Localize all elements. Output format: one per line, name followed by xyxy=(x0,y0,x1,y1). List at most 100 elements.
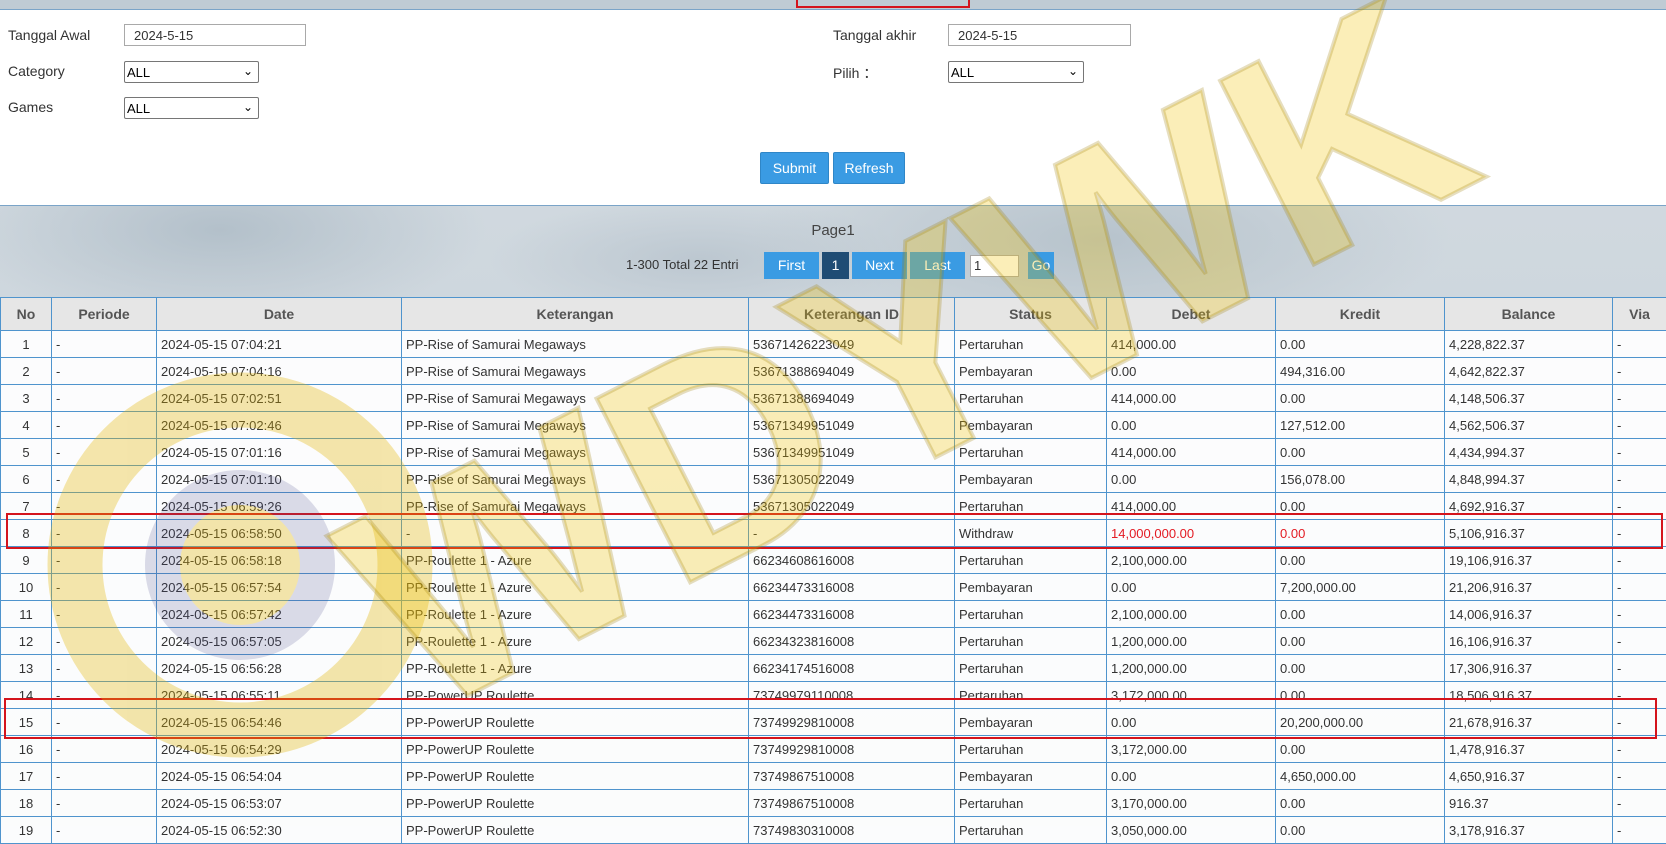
last-page-button[interactable]: Last xyxy=(910,252,965,279)
cell-balance: 4,434,994.37 xyxy=(1445,439,1613,466)
cell-keterangan: PP-Rise of Samurai Megaways xyxy=(402,439,749,466)
cell-date: 2024-05-15 07:04:16 xyxy=(157,358,402,385)
cell-date: 2024-05-15 06:53:07 xyxy=(157,790,402,817)
cell-keterangan-id: 53671349951049 xyxy=(749,412,955,439)
cell-status: Pembayaran xyxy=(955,358,1107,385)
games-select[interactable]: ALL ⌄ xyxy=(124,97,259,119)
cell-kredit: 7,200,000.00 xyxy=(1276,574,1445,601)
cell-keterangan: PP-PowerUP Roulette xyxy=(402,763,749,790)
cell-kredit: 0.00 xyxy=(1276,736,1445,763)
cell-balance: 1,478,916.37 xyxy=(1445,736,1613,763)
submit-button[interactable]: Submit xyxy=(760,152,829,184)
cell-keterangan: PP-Rise of Samurai Megaways xyxy=(402,412,749,439)
table-row: 4-2024-05-15 07:02:46PP-Rise of Samurai … xyxy=(1,412,1666,439)
cell-kredit: 0.00 xyxy=(1276,790,1445,817)
cell-no: 13 xyxy=(1,655,52,682)
start-date-label: Tanggal Awal xyxy=(8,27,90,43)
col-header-date: Date xyxy=(157,298,402,331)
cell-keterangan: PP-Rise of Samurai Megaways xyxy=(402,331,749,358)
cell-via: - xyxy=(1613,439,1666,466)
cell-keterangan: PP-Roulette 1 - Azure xyxy=(402,601,749,628)
col-header-no: No xyxy=(1,298,52,331)
cell-status: Pertaruhan xyxy=(955,736,1107,763)
cell-via: - xyxy=(1613,790,1666,817)
pilih-selected-value: ALL xyxy=(951,65,974,80)
cell-keterangan-id: 53671305022049 xyxy=(749,466,955,493)
table-row: 17-2024-05-15 06:54:04PP-PowerUP Roulett… xyxy=(1,763,1666,790)
cell-kredit: 0.00 xyxy=(1276,817,1445,844)
cell-via: - xyxy=(1613,736,1666,763)
row-8-highlight-box xyxy=(6,513,1663,549)
cell-no: 5 xyxy=(1,439,52,466)
category-select[interactable]: ALL ⌄ xyxy=(124,61,259,83)
goto-page-input[interactable]: 1 xyxy=(970,255,1019,277)
cell-debet: 3,172,000.00 xyxy=(1107,736,1276,763)
end-date-label: Tanggal akhir xyxy=(833,27,916,43)
cell-via: - xyxy=(1613,574,1666,601)
table-row: 16-2024-05-15 06:54:29PP-PowerUP Roulett… xyxy=(1,736,1666,763)
cell-debet: 1,200,000.00 xyxy=(1107,655,1276,682)
refresh-button[interactable]: Refresh xyxy=(833,152,905,184)
category-selected-value: ALL xyxy=(127,65,150,80)
chevron-down-icon: ⌄ xyxy=(243,100,253,114)
cell-keterangan-id: 66234608616008 xyxy=(749,547,955,574)
col-header-keterangan-id: Keterangan ID xyxy=(749,298,955,331)
cell-kredit: 0.00 xyxy=(1276,331,1445,358)
cell-periode: - xyxy=(52,655,157,682)
cell-via: - xyxy=(1613,763,1666,790)
cell-via: - xyxy=(1613,601,1666,628)
col-header-status: Status xyxy=(955,298,1107,331)
cell-debet: 414,000.00 xyxy=(1107,439,1276,466)
cell-debet: 0.00 xyxy=(1107,763,1276,790)
cell-keterangan-id: 53671388694049 xyxy=(749,385,955,412)
cell-via: - xyxy=(1613,385,1666,412)
cell-no: 6 xyxy=(1,466,52,493)
cell-debet: 3,050,000.00 xyxy=(1107,817,1276,844)
chevron-down-icon: ⌄ xyxy=(243,64,253,78)
cell-keterangan: PP-Roulette 1 - Azure xyxy=(402,574,749,601)
cell-status: Pertaruhan xyxy=(955,547,1107,574)
current-page-button[interactable]: 1 xyxy=(822,252,849,279)
cell-status: Pembayaran xyxy=(955,412,1107,439)
cell-debet: 0.00 xyxy=(1107,466,1276,493)
cell-balance: 17,306,916.37 xyxy=(1445,655,1613,682)
cell-balance: 4,148,506.37 xyxy=(1445,385,1613,412)
cell-balance: 4,228,822.37 xyxy=(1445,331,1613,358)
filter-form: Tanggal Awal 2024-5-15 Tanggal akhir 202… xyxy=(0,10,1666,206)
col-header-debet: Debet xyxy=(1107,298,1276,331)
cell-keterangan: PP-Rise of Samurai Megaways xyxy=(402,466,749,493)
first-page-button[interactable]: First xyxy=(764,252,819,279)
cell-debet: 2,100,000.00 xyxy=(1107,547,1276,574)
cell-status: Pertaruhan xyxy=(955,655,1107,682)
cell-keterangan-id: 66234323816008 xyxy=(749,628,955,655)
category-label: Category xyxy=(8,63,65,79)
chevron-down-icon: ⌄ xyxy=(1068,64,1078,78)
table-row: 18-2024-05-15 06:53:07PP-PowerUP Roulett… xyxy=(1,790,1666,817)
end-date-input[interactable]: 2024-5-15 xyxy=(948,24,1131,46)
cell-status: Pembayaran xyxy=(955,763,1107,790)
cell-no: 11 xyxy=(1,601,52,628)
cell-keterangan-id: 66234473316008 xyxy=(749,574,955,601)
cell-via: - xyxy=(1613,547,1666,574)
cell-no: 19 xyxy=(1,817,52,844)
cell-periode: - xyxy=(52,574,157,601)
cell-keterangan-id: 53671388694049 xyxy=(749,358,955,385)
row-15-highlight-box xyxy=(4,698,1657,739)
cell-status: Pertaruhan xyxy=(955,439,1107,466)
cell-status: Pertaruhan xyxy=(955,331,1107,358)
pilih-select[interactable]: ALL ⌄ xyxy=(948,61,1084,83)
table-header-row: No Periode Date Keterangan Keterangan ID… xyxy=(1,298,1666,331)
cell-periode: - xyxy=(52,439,157,466)
start-date-input[interactable]: 2024-5-15 xyxy=(124,24,306,46)
cell-keterangan: PP-Rise of Samurai Megaways xyxy=(402,385,749,412)
cell-date: 2024-05-15 06:54:04 xyxy=(157,763,402,790)
cell-status: Pembayaran xyxy=(955,574,1107,601)
next-page-button[interactable]: Next xyxy=(852,252,907,279)
cell-status: Pertaruhan xyxy=(955,790,1107,817)
go-button[interactable]: Go xyxy=(1028,252,1054,279)
transactions-table: No Periode Date Keterangan Keterangan ID… xyxy=(0,297,1666,844)
cell-periode: - xyxy=(52,358,157,385)
cell-date: 2024-05-15 07:04:21 xyxy=(157,331,402,358)
cell-balance: 916.37 xyxy=(1445,790,1613,817)
cell-status: Pertaruhan xyxy=(955,817,1107,844)
